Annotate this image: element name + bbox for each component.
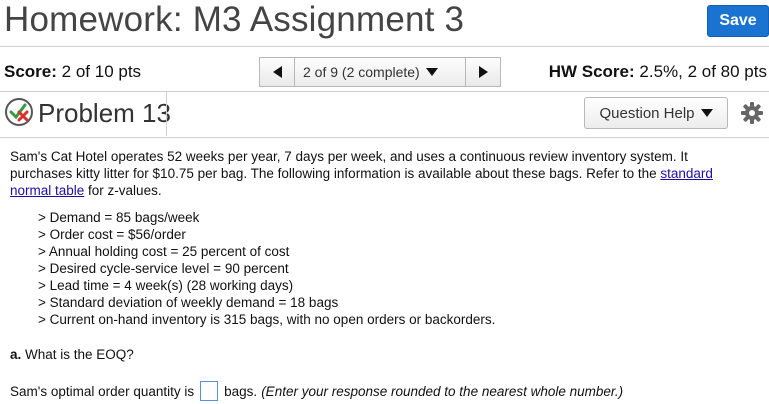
gear-icon[interactable] xyxy=(740,101,764,125)
list-item: > Lead time = 4 week(s) (28 working days… xyxy=(38,278,294,293)
eoq-answer-input[interactable] xyxy=(200,381,219,401)
answer-suffix: bags. xyxy=(224,383,258,399)
score-value: 2 of 10 pts xyxy=(61,62,142,81)
chevron-down-icon xyxy=(700,109,713,117)
problem-divider xyxy=(166,92,167,136)
answer-hint: (Enter your response rounded to the near… xyxy=(261,383,624,399)
answer-prefix: Sam's optimal order quantity is xyxy=(10,383,195,399)
hw-score-display: HW Score: 2.5%, 2 of 80 pts xyxy=(549,62,767,82)
score-display: Score: 2 of 10 pts xyxy=(4,62,141,82)
arrow-left-icon xyxy=(272,66,282,78)
question-pager: 2 of 9 (2 complete) xyxy=(259,57,501,87)
list-item: > Demand = 85 bags/week xyxy=(38,210,200,225)
part-a-label: a. xyxy=(10,347,22,362)
question-intro-end: for z-values. xyxy=(84,183,162,198)
hw-score-value: 2.5%, 2 of 80 pts xyxy=(639,62,767,81)
page-title: Homework: M3 Assignment 3 xyxy=(4,0,465,39)
header-divider xyxy=(0,46,769,47)
chevron-down-icon xyxy=(425,68,438,76)
list-item: > Order cost = $56/order xyxy=(38,227,186,242)
given-data-list: > Demand = 85 bags/week > Order cost = $… xyxy=(38,209,750,328)
list-item: > Annual holding cost = 25 percent of co… xyxy=(38,244,290,259)
question-content: Sam's Cat Hotel operates 52 weeks per ye… xyxy=(10,148,750,401)
next-question-button[interactable] xyxy=(465,57,501,87)
question-intro: Sam's Cat Hotel operates 52 weeks per ye… xyxy=(10,148,750,199)
question-intro-text: Sam's Cat Hotel operates 52 weeks per ye… xyxy=(10,149,688,181)
score-label: Score: xyxy=(4,62,57,81)
partial-correct-icon xyxy=(5,98,33,126)
problem-divider-line xyxy=(0,137,769,138)
problem-title: Problem 13 xyxy=(38,98,171,128)
question-help-label: Question Help xyxy=(599,104,695,122)
question-select-dropdown[interactable]: 2 of 9 (2 complete) xyxy=(295,57,465,87)
part-a-text: What is the EOQ? xyxy=(21,347,134,362)
score-divider xyxy=(0,91,769,92)
previous-question-button[interactable] xyxy=(259,57,295,87)
hw-score-label: HW Score: xyxy=(548,62,635,81)
list-item: > Current on-hand inventory is 315 bags,… xyxy=(38,312,496,327)
list-item: > Desired cycle-service level = 90 perce… xyxy=(38,261,289,276)
save-button[interactable]: Save xyxy=(707,5,769,37)
question-help-button[interactable]: Question Help xyxy=(584,97,728,129)
part-a-question: a. What is the EOQ? xyxy=(10,346,750,363)
arrow-right-icon xyxy=(478,66,488,78)
list-item: > Standard deviation of weekly demand = … xyxy=(38,295,339,310)
question-select-value: 2 of 9 (2 complete) xyxy=(303,64,420,80)
answer-line: Sam's optimal order quantity is bags. (E… xyxy=(10,381,750,401)
